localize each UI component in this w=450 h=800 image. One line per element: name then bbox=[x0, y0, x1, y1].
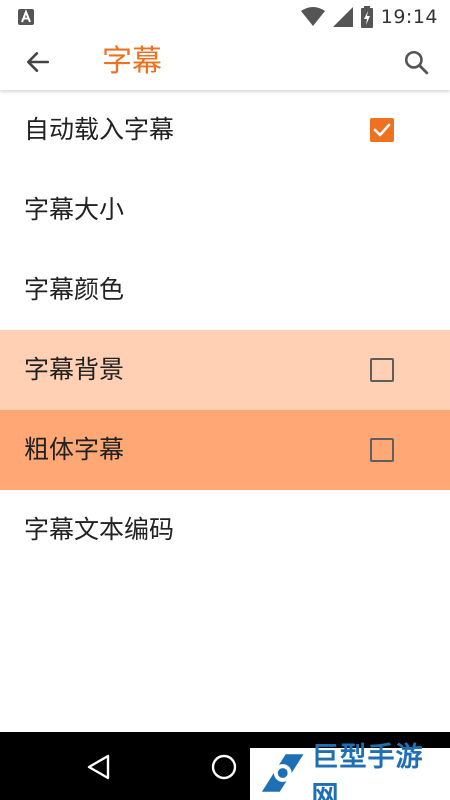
app-screen: 19:14 字幕 自动载入字幕 字幕大小 字幕颜色 字幕背景 粗体字幕 字幕文本… bbox=[0, 0, 450, 800]
checkmark-icon bbox=[373, 123, 391, 137]
nav-home-button[interactable] bbox=[207, 750, 241, 784]
search-button[interactable] bbox=[398, 44, 434, 80]
settings-list: 自动载入字幕 字幕大小 字幕颜色 字幕背景 粗体字幕 字幕文本编码 bbox=[0, 90, 450, 570]
status-bar: 19:14 bbox=[0, 0, 450, 34]
setting-subtitle-size[interactable]: 字幕大小 bbox=[0, 170, 450, 250]
setting-label: 字幕颜色 bbox=[24, 275, 125, 304]
watermark-text: 巨型手游网 bbox=[311, 742, 424, 800]
arrow-left-icon bbox=[26, 52, 50, 72]
setting-label: 字幕大小 bbox=[24, 195, 125, 224]
page-title: 字幕 bbox=[102, 44, 162, 79]
status-icons: 19:14 bbox=[300, 4, 438, 30]
setting-bold-subtitles[interactable]: 粗体字幕 bbox=[0, 410, 450, 490]
setting-subtitle-color[interactable]: 字幕颜色 bbox=[0, 250, 450, 330]
toolbar: 字幕 bbox=[0, 34, 450, 90]
battery-charging-icon bbox=[360, 6, 373, 28]
triangle-back-icon bbox=[87, 754, 110, 780]
search-icon bbox=[404, 50, 429, 75]
status-time: 19:14 bbox=[380, 6, 438, 28]
nav-back-button[interactable] bbox=[82, 750, 116, 784]
setting-subtitle-encoding[interactable]: 字幕文本编码 bbox=[0, 490, 450, 570]
setting-label: 字幕文本编码 bbox=[24, 515, 175, 544]
watermark-logo-icon bbox=[261, 754, 304, 792]
setting-auto-load-subtitles[interactable]: 自动载入字幕 bbox=[0, 90, 450, 170]
notification-a-icon bbox=[18, 9, 34, 25]
auto-load-checkbox[interactable] bbox=[370, 118, 394, 142]
bold-subtitles-checkbox[interactable] bbox=[370, 438, 394, 462]
setting-label: 字幕背景 bbox=[24, 355, 125, 384]
setting-subtitle-background[interactable]: 字幕背景 bbox=[0, 330, 450, 410]
watermark: 巨型手游网 bbox=[250, 742, 450, 800]
back-button[interactable] bbox=[20, 44, 56, 80]
setting-label: 粗体字幕 bbox=[24, 435, 125, 464]
setting-label: 自动载入字幕 bbox=[24, 115, 175, 144]
subtitle-background-checkbox[interactable] bbox=[370, 358, 394, 382]
wifi-icon bbox=[300, 7, 325, 26]
cell-signal-icon bbox=[332, 7, 353, 27]
circle-home-icon bbox=[211, 754, 237, 780]
